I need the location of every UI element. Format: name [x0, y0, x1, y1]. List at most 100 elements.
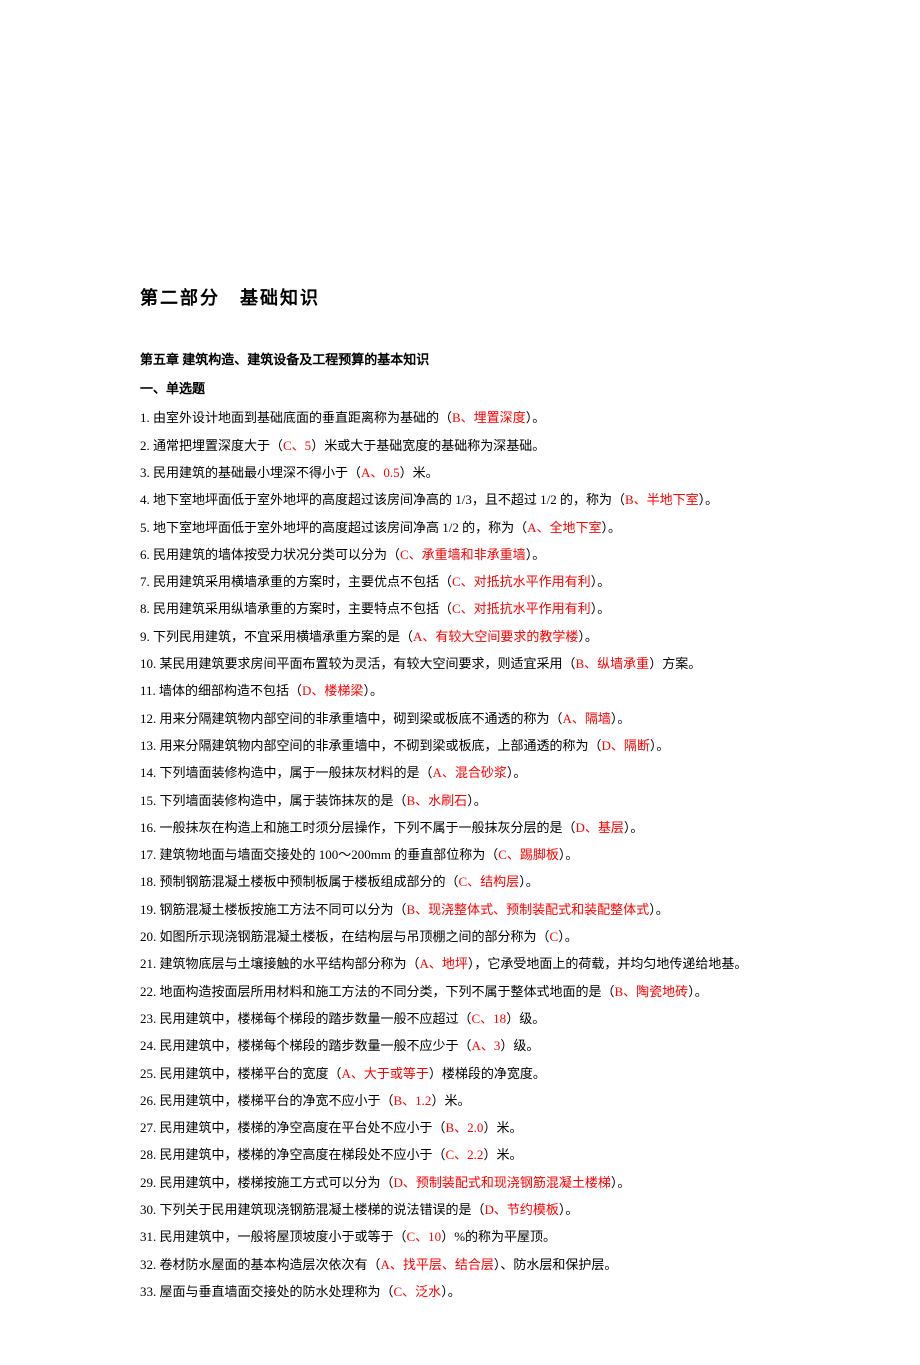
question-post: ）。: [363, 683, 383, 698]
question-number: 19.: [140, 902, 156, 917]
question-number: 15.: [140, 793, 156, 808]
question-post: ）米。: [431, 1093, 470, 1108]
question-number: 28.: [140, 1147, 156, 1162]
question-number: 4.: [140, 492, 150, 507]
question-pre: 如图所示现浇钢筋混凝土楼板，在结构层与吊顶棚之间的部分称为（: [160, 929, 550, 944]
question-item: 14. 下列墙面装修构造中，属于一般抹灰材料的是（A、混合砂浆）。: [140, 759, 780, 786]
question-number: 10.: [140, 656, 156, 671]
question-answer: A、地坪: [420, 956, 468, 971]
question-post: ）米或大于基础宽度的基础称为深基础。: [311, 438, 545, 453]
question-answer: A、大于或等于: [342, 1066, 429, 1081]
question-number: 25.: [140, 1066, 156, 1081]
question-pre: 下列关于民用建筑现浇钢筋混凝土楼梯的说法错误的是（: [160, 1202, 485, 1217]
question-pre: 民用建筑采用纵墙承重的方案时，主要特点不包括（: [153, 601, 452, 616]
question-number: 8.: [140, 601, 150, 616]
question-item: 2. 通常把埋置深度大于（C、5）米或大于基础宽度的基础称为深基础。: [140, 432, 780, 459]
question-answer: B、纵墙承重: [576, 656, 650, 671]
question-answer: C、5: [283, 438, 311, 453]
question-item: 23. 民用建筑中，楼梯每个梯段的踏步数量一般不应超过（C、18）级。: [140, 1005, 780, 1032]
question-answer: C、对抵抗水平作用有利: [452, 601, 591, 616]
question-post: ）。: [699, 492, 719, 507]
question-answer: D、预制装配式和现浇钢筋混凝土楼梯: [394, 1175, 611, 1190]
question-item: 7. 民用建筑采用横墙承重的方案时，主要优点不包括（C、对抵抗水平作用有利）。: [140, 568, 780, 595]
part-title-a: 第二部分: [140, 288, 220, 308]
question-pre: 一般抹灰在构造上和施工时须分层操作，下列不属于一般抹灰分层的是（: [160, 820, 576, 835]
question-post: ）。: [559, 847, 579, 862]
question-item: 27. 民用建筑中，楼梯的净空高度在平台处不应小于（B、2.0）米。: [140, 1114, 780, 1141]
question-pre: 某民用建筑要求房间平面布置较为灵活，有较大空间要求，则适宜采用（: [160, 656, 576, 671]
question-item: 21. 建筑物底层与土壤接触的水平结构部分称为（A、地坪），它承受地面上的荷载，…: [140, 950, 780, 977]
question-number: 32.: [140, 1257, 156, 1272]
question-post: ）。: [558, 929, 578, 944]
question-number: 13.: [140, 738, 156, 753]
question-number: 5.: [140, 520, 150, 535]
question-answer: A、混合砂浆: [433, 765, 507, 780]
question-number: 9.: [140, 629, 150, 644]
question-pre: 民用建筑中，楼梯的净空高度在梯段处不应小于（: [160, 1147, 446, 1162]
question-pre: 用来分隔建筑物内部空间的非承重墙中，不砌到梁或板底，上部通透的称为（: [160, 738, 602, 753]
question-pre: 用来分隔建筑物内部空间的非承重墙中，砌到梁或板底不通透的称为（: [160, 711, 563, 726]
question-number: 16.: [140, 820, 156, 835]
question-number: 18.: [140, 874, 156, 889]
question-item: 5. 地下室地坪面低于室外地坪的高度超过该房间净高 1/2 的，称为（A、全地下…: [140, 514, 780, 541]
question-pre: 钢筋混凝土楼板按施工方法不同可以分为（: [160, 902, 407, 917]
part-title-b: 基础知识: [240, 288, 320, 308]
question-post: ）。: [526, 410, 546, 425]
question-number: 17.: [140, 847, 156, 862]
question-pre: 民用建筑中，楼梯平台的宽度（: [160, 1066, 342, 1081]
question-post: ）。: [602, 520, 622, 535]
question-pre: 民用建筑中，楼梯每个梯段的踏步数量一般不应超过（: [160, 1011, 472, 1026]
question-number: 26.: [140, 1093, 156, 1108]
question-answer: B、埋置深度: [452, 410, 526, 425]
question-answer: C、踢脚板: [498, 847, 559, 862]
question-pre: 建筑物地面与墙面交接处的 100～200mm 的垂直部位称为（: [160, 847, 499, 862]
question-number: 11.: [140, 683, 156, 698]
question-post: ）。: [441, 1284, 461, 1299]
question-item: 33. 屋面与垂直墙面交接处的防水处理称为（C、泛水）。: [140, 1278, 780, 1305]
question-post: ）。: [591, 574, 611, 589]
question-post: ）、防水层和保护层。: [494, 1257, 618, 1272]
question-answer: A、隔墙: [563, 711, 611, 726]
question-item: 6. 民用建筑的墙体按受力状况分类可以分为（C、承重墙和非承重墙）。: [140, 541, 780, 568]
question-number: 24.: [140, 1038, 156, 1053]
question-item: 9. 下列民用建筑，不宜采用横墙承重方案的是（A、有较大空间要求的教学楼）。: [140, 623, 780, 650]
question-pre: 民用建筑中，楼梯的净空高度在平台处不应小于（: [160, 1120, 446, 1135]
question-pre: 民用建筑中，楼梯按施工方式可以分为（: [160, 1175, 394, 1190]
question-answer: B、现浇整体式、预制装配式和装配整体式: [407, 902, 650, 917]
question-number: 31.: [140, 1229, 156, 1244]
question-post: ）。: [591, 601, 611, 616]
question-answer: B、半地下室: [625, 492, 699, 507]
question-post: ）。: [467, 793, 487, 808]
question-number: 1.: [140, 410, 150, 425]
question-answer: B、2.0: [446, 1120, 484, 1135]
question-number: 12.: [140, 711, 156, 726]
question-number: 22.: [140, 984, 156, 999]
question-answer: C: [550, 929, 559, 944]
question-post: ）方案。: [649, 656, 701, 671]
question-item: 8. 民用建筑采用纵墙承重的方案时，主要特点不包括（C、对抵抗水平作用有利）。: [140, 595, 780, 622]
question-list: 1. 由室外设计地面到基础底面的垂直距离称为基础的（B、埋置深度）。2. 通常把…: [140, 404, 780, 1305]
question-pre: 通常把埋置深度大于（: [153, 438, 283, 453]
question-post: ）米。: [483, 1120, 522, 1135]
question-post: ），它承受地面上的荷载，并均匀地传递给地基。: [468, 956, 748, 971]
question-answer: C、10: [407, 1229, 442, 1244]
question-item: 18. 预制钢筋混凝土楼板中预制板属于楼板组成部分的（C、结构层）。: [140, 868, 780, 895]
question-answer: D、节约模板: [485, 1202, 559, 1217]
question-answer: A、有较大空间要求的教学楼: [413, 629, 578, 644]
question-item: 26. 民用建筑中，楼梯平台的净宽不应小于（B、1.2）米。: [140, 1087, 780, 1114]
question-item: 22. 地面构造按面层所用材料和施工方法的不同分类，下列不属于整体式地面的是（B…: [140, 978, 780, 1005]
question-post: ）%的称为平屋顶。: [441, 1229, 556, 1244]
question-pre: 下列民用建筑，不宜采用横墙承重方案的是（: [153, 629, 413, 644]
question-answer: D、楼梯梁: [302, 683, 363, 698]
question-post: ）米。: [400, 465, 439, 480]
question-post: ）。: [578, 629, 598, 644]
question-pre: 民用建筑采用横墙承重的方案时，主要优点不包括（: [153, 574, 452, 589]
question-pre: 由室外设计地面到基础底面的垂直距离称为基础的（: [153, 410, 452, 425]
question-number: 33.: [140, 1284, 156, 1299]
question-pre: 卷材防水屋面的基本构造层次依次有（: [160, 1257, 381, 1272]
chapter-title: 第五章 建筑构造、建筑设备及工程预算的基本知识: [140, 346, 780, 373]
question-post: ）。: [519, 874, 539, 889]
question-item: 19. 钢筋混凝土楼板按施工方法不同可以分为（B、现浇整体式、预制装配式和装配整…: [140, 896, 780, 923]
question-answer: A、0.5: [361, 465, 400, 480]
question-post: ）。: [507, 765, 527, 780]
